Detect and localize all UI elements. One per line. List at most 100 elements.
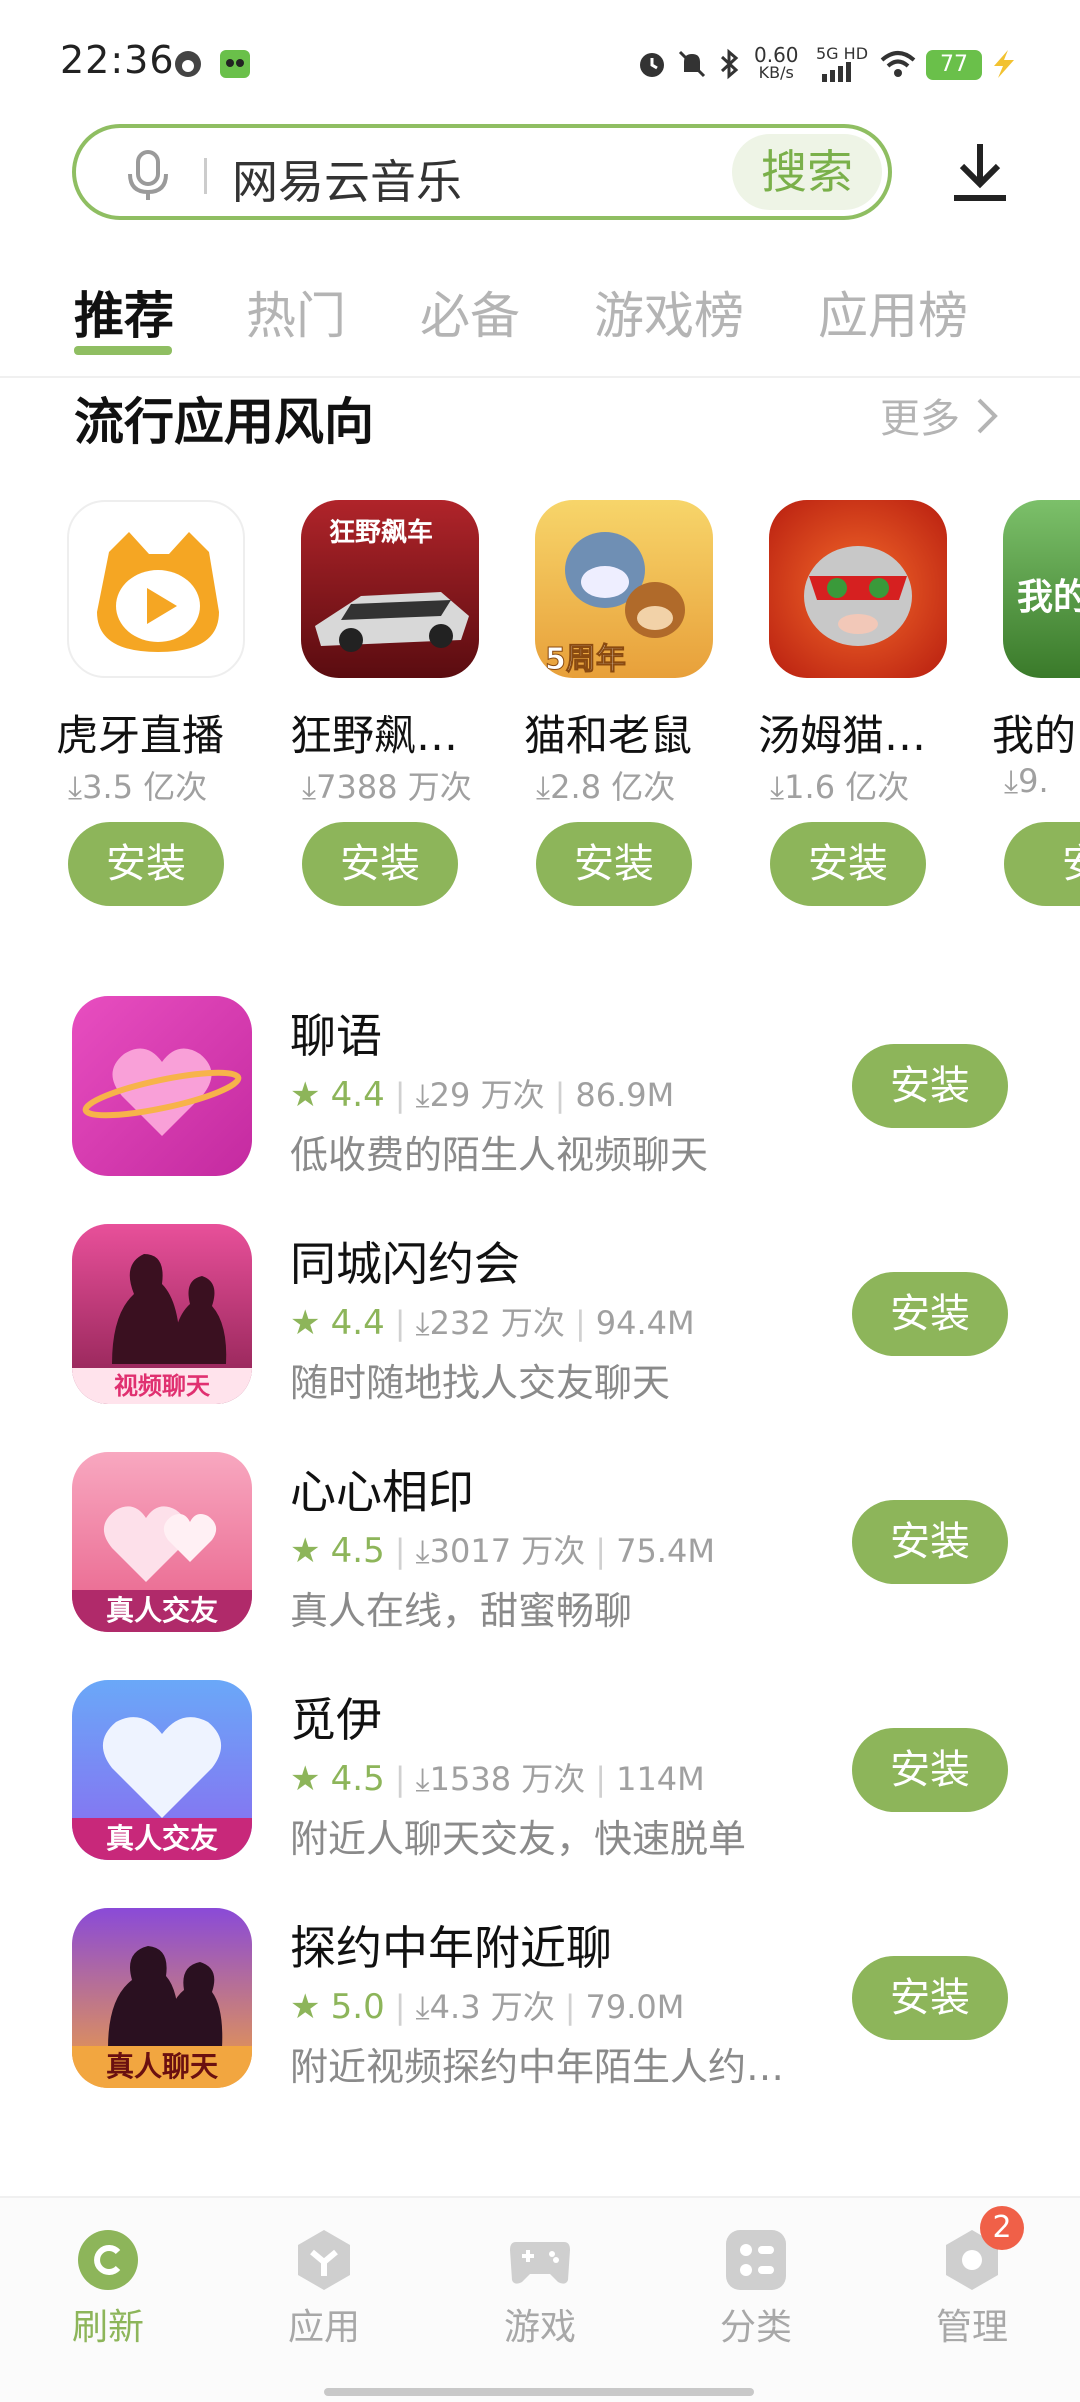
- star-icon: ★: [290, 1759, 321, 1799]
- nav-manage[interactable]: 管理: [902, 2228, 1042, 2350]
- home-indicator[interactable]: [324, 2388, 754, 2396]
- install-button[interactable]: 安装: [68, 822, 224, 906]
- featured-app-card[interactable]: 5周年 猫和老鼠 ⤓2.8 亿次 安装: [524, 500, 724, 920]
- app-name: 探约中年附近聊: [290, 1921, 612, 1975]
- microphone-icon[interactable]: [124, 148, 172, 208]
- featured-app-name: 狂野飙…: [290, 711, 459, 760]
- app-rating: 5.0: [330, 1987, 385, 2027]
- icon-text: 狂野飙车: [329, 518, 434, 548]
- app-size: 79.0M: [585, 1988, 685, 2026]
- app-size: 75.4M: [616, 1532, 715, 1570]
- nav-label: 游戏: [503, 2307, 576, 2348]
- tab-active-indicator: [74, 346, 172, 355]
- status-time: 22:36: [60, 38, 175, 82]
- install-button[interactable]: 安装: [852, 1956, 1008, 2040]
- install-button[interactable]: 安装: [852, 1500, 1008, 1584]
- list-item[interactable]: 视频聊天 同城闪约会 ★ 4.4 | ⤓232 万次 | 94.4M 随时随地找人交友聊…: [0, 1224, 1080, 1452]
- list-item[interactable]: 真人交友 心心相印 ★ 4.5 | ⤓3017 万次 | 75.4M 真人在线，甜蜜畅聊…: [0, 1452, 1080, 1680]
- more-label[interactable]: 更多: [880, 396, 960, 442]
- install-button[interactable]: 安装: [852, 1044, 1008, 1128]
- featured-app-card[interactable]: 虎牙直播 ⤓3.5 亿次 安装: [56, 500, 256, 920]
- install-button[interactable]: 安装: [302, 822, 458, 906]
- search-button[interactable]: 搜索: [732, 134, 882, 210]
- app-description: 低收费的陌生人视频聊天: [290, 1133, 709, 1177]
- app-icon-minecraft[interactable]: 我的: [1003, 500, 1080, 678]
- download-count: 2.8 亿次: [550, 768, 676, 806]
- app-size: 86.9M: [575, 1076, 675, 1114]
- category-icon: [724, 2228, 788, 2292]
- featured-app-card[interactable]: 狂野飙车 狂野飙… ⤓7388 万次 安装: [290, 500, 490, 920]
- icon-text: 真人交友: [72, 1590, 252, 1632]
- tab-game-ranking[interactable]: 游戏榜: [594, 276, 744, 348]
- install-button[interactable]: 安: [1004, 822, 1080, 906]
- app-icon-miyi[interactable]: 真人交友: [72, 1680, 252, 1860]
- app-icon-tongcheng[interactable]: 视频聊天: [72, 1224, 252, 1404]
- nav-apps[interactable]: 应用: [254, 2228, 394, 2350]
- section-more-link[interactable]: 更多: [880, 386, 1001, 448]
- tab-app-ranking[interactable]: 应用榜: [818, 276, 968, 348]
- app-icon-asphalt[interactable]: 狂野飙车: [301, 500, 479, 678]
- app-meta: ★ 4.4 | ⤓232 万次 | 94.4M: [290, 1303, 695, 1343]
- app-rating: 4.5: [330, 1759, 385, 1799]
- list-item[interactable]: 真人聊天 探约中年附近聊 ★ 5.0 | ⤓4.3 万次 | 79.0M 附近视频探约中…: [0, 1908, 1080, 2136]
- featured-app-card[interactable]: 汤姆猫… ⤓1.6 亿次 安装: [758, 500, 958, 920]
- download-manager-icon[interactable]: [948, 140, 1012, 208]
- app-downloads: 4.3 万次: [429, 1988, 555, 2026]
- status-bar: 22:36 0.60 KB/s 5G HD 77: [0, 0, 1080, 120]
- apps-icon: [292, 2228, 356, 2292]
- app-downloads: 232 万次: [429, 1304, 565, 1342]
- battery-icon: 77: [926, 50, 982, 80]
- install-button[interactable]: 安装: [770, 822, 926, 906]
- install-button[interactable]: 安装: [536, 822, 692, 906]
- app-icon-tom-jerry[interactable]: 5周年: [535, 500, 713, 678]
- network-speed: 0.60 KB/s: [754, 45, 799, 82]
- network-speed-unit: KB/s: [758, 63, 794, 82]
- app-icon-talking-tom[interactable]: [769, 500, 947, 678]
- notification-badge: 2: [980, 2206, 1024, 2250]
- alarm-icon: [636, 48, 668, 80]
- app-size: 114M: [616, 1760, 705, 1798]
- signal-icon: [820, 60, 852, 92]
- app-meta: ★ 4.5 | ⤓1538 万次 | 114M: [290, 1759, 705, 1799]
- app-name: 同城闪约会: [290, 1237, 520, 1291]
- app-meta: ★ 4.5 | ⤓3017 万次 | 75.4M: [290, 1531, 715, 1571]
- app-icon-huya[interactable]: [67, 500, 245, 678]
- list-item[interactable]: 聊语 ★ 4.4 | ⤓29 万次 | 86.9M 低收费的陌生人视频聊天 安装: [0, 996, 1080, 1224]
- featured-app-downloads: ⤓9.: [1004, 762, 1049, 800]
- app-description: 随时随地找人交友聊天: [290, 1361, 671, 1405]
- nav-games[interactable]: 游戏: [470, 2228, 610, 2350]
- app-icon-tanyue[interactable]: 真人聊天: [72, 1908, 252, 2088]
- search-divider: [204, 158, 207, 194]
- nav-label: 分类: [719, 2307, 792, 2348]
- wifi-icon: [880, 48, 916, 80]
- nav-refresh[interactable]: 刷新: [38, 2228, 178, 2350]
- nav-label: 应用: [287, 2307, 360, 2348]
- search-input[interactable]: 网易云音乐: [232, 146, 462, 212]
- list-item[interactable]: 真人交友 觅伊 ★ 4.5 | ⤓1538 万次 | 114M 附近人聊天交友，快速脱单…: [0, 1680, 1080, 1908]
- tab-hot[interactable]: 热门: [246, 276, 346, 348]
- app-description: 真人在线，甜蜜畅聊: [290, 1589, 633, 1633]
- app-icon-liaoyu[interactable]: [72, 996, 252, 1176]
- featured-app-name: 我的: [992, 711, 1077, 760]
- icon-text: 真人交友: [72, 1818, 252, 1860]
- download-count: 9.: [1018, 762, 1049, 800]
- app-icon-xinxin[interactable]: 真人交友: [72, 1452, 252, 1632]
- install-button[interactable]: 安装: [852, 1728, 1008, 1812]
- charging-icon: [988, 48, 1020, 80]
- app-downloads: 1538 万次: [429, 1760, 586, 1798]
- icon-text: 5周年: [545, 642, 627, 678]
- icon-text: 我的: [1017, 577, 1080, 618]
- nav-categories[interactable]: 分类: [686, 2228, 826, 2350]
- search-bar[interactable]: 网易云音乐 搜索: [72, 124, 892, 220]
- app-meta: ★ 5.0 | ⤓4.3 万次 | 79.0M: [290, 1987, 685, 2027]
- featured-app-card[interactable]: 我的 我的 ⤓9. 安: [992, 500, 1080, 920]
- featured-app-name: 猫和老鼠: [524, 711, 693, 760]
- mute-icon: [676, 48, 708, 80]
- tab-essential[interactable]: 必备: [420, 276, 520, 348]
- app-description: 附近视频探约中年陌生人约…: [290, 2045, 785, 2089]
- app-name: 聊语: [290, 1009, 382, 1063]
- tab-recommend[interactable]: 推荐: [74, 276, 174, 348]
- install-button[interactable]: 安装: [852, 1272, 1008, 1356]
- featured-app-name: 汤姆猫…: [758, 711, 927, 760]
- star-icon: ★: [290, 1987, 321, 2027]
